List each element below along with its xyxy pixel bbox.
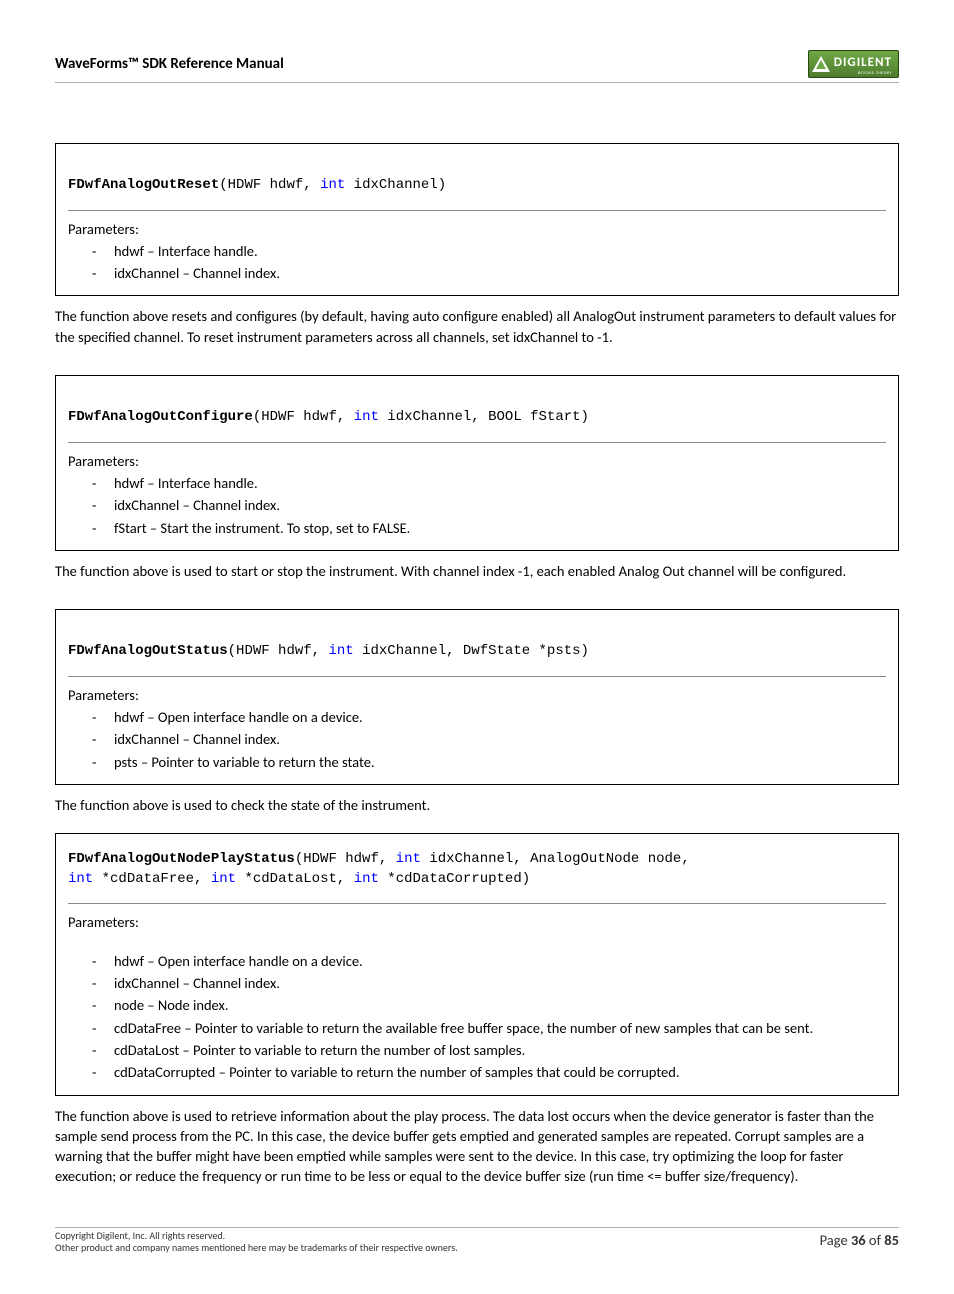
param-item: idxChannel – Channel index.	[92, 263, 886, 283]
parameters-list: hdwf – Interface handle. idxChannel – Ch…	[68, 241, 886, 284]
param-item: hdwf – Open interface handle on a device…	[92, 707, 886, 727]
page-footer: Copyright Digilent, Inc. All rights rese…	[55, 1227, 899, 1254]
divider	[68, 442, 886, 443]
parameters-list: hdwf – Open interface handle on a device…	[68, 951, 886, 1083]
document-page: WaveForms™ SDK Reference Manual DIGILENT…	[0, 0, 954, 1294]
function-name: FDwfAnalogOutConfigure	[68, 409, 253, 425]
param-item: node – Node index.	[92, 995, 886, 1015]
parameters-label: Parameters:	[68, 912, 886, 932]
function-description: The function above is used to check the …	[55, 795, 899, 815]
parameters-list: hdwf – Interface handle. idxChannel – Ch…	[68, 473, 886, 538]
parameters-list: hdwf – Open interface handle on a device…	[68, 707, 886, 772]
divider	[68, 903, 886, 904]
function-signature: FDwfAnalogOutConfigure(HDWF hdwf, int id…	[68, 408, 886, 428]
parameters-label: Parameters:	[68, 451, 886, 471]
param-item: cdDataCorrupted – Pointer to variable to…	[92, 1062, 886, 1082]
param-item: fStart – Start the instrument. To stop, …	[92, 518, 886, 538]
param-item: hdwf – Interface handle.	[92, 241, 886, 261]
param-item: cdDataLost – Pointer to variable to retu…	[92, 1040, 886, 1060]
function-name: FDwfAnalogOutReset	[68, 177, 219, 193]
param-item: idxChannel – Channel index.	[92, 495, 886, 515]
parameters-label: Parameters:	[68, 219, 886, 239]
page-number: Page 36 of 85	[820, 1230, 899, 1250]
logo-triangle-icon	[812, 56, 830, 72]
footer-legal: Copyright Digilent, Inc. All rights rese…	[55, 1230, 458, 1254]
function-description: The function above is used to retrieve i…	[55, 1106, 899, 1187]
param-item: hdwf – Interface handle.	[92, 473, 886, 493]
function-box: FDwfAnalogOutConfigure(HDWF hdwf, int id…	[55, 375, 899, 551]
divider	[68, 676, 886, 677]
param-item: idxChannel – Channel index.	[92, 973, 886, 993]
function-description: The function above resets and configures…	[55, 306, 899, 347]
function-description: The function above is used to start or s…	[55, 561, 899, 581]
digilent-logo: DIGILENT BEYOND THEORY	[808, 50, 899, 78]
function-signature: FDwfAnalogOutReset(HDWF hdwf, int idxCha…	[68, 176, 886, 196]
parameters-label: Parameters:	[68, 685, 886, 705]
function-name: FDwfAnalogOutStatus	[68, 643, 228, 659]
function-signature: FDwfAnalogOutNodePlayStatus(HDWF hdwf, i…	[68, 850, 886, 889]
function-signature: FDwfAnalogOutStatus(HDWF hdwf, int idxCh…	[68, 642, 886, 662]
param-item: idxChannel – Channel index.	[92, 729, 886, 749]
divider	[68, 210, 886, 211]
doc-title: WaveForms™ SDK Reference Manual	[55, 54, 284, 75]
param-item: psts – Pointer to variable to return the…	[92, 752, 886, 772]
function-box: FDwfAnalogOutReset(HDWF hdwf, int idxCha…	[55, 143, 899, 296]
function-box: FDwfAnalogOutStatus(HDWF hdwf, int idxCh…	[55, 609, 899, 785]
trademark-text: Other product and company names mentione…	[55, 1242, 458, 1254]
logo-text: DIGILENT	[834, 55, 892, 70]
function-name: FDwfAnalogOutNodePlayStatus	[68, 851, 295, 867]
param-item: hdwf – Open interface handle on a device…	[92, 951, 886, 971]
copyright-text: Copyright Digilent, Inc. All rights rese…	[55, 1230, 458, 1242]
function-box: FDwfAnalogOutNodePlayStatus(HDWF hdwf, i…	[55, 833, 899, 1095]
spacer	[68, 935, 886, 951]
page-header: WaveForms™ SDK Reference Manual DIGILENT…	[55, 50, 899, 83]
logo-subtext: BEYOND THEORY	[834, 71, 892, 77]
logo-text-wrap: DIGILENT BEYOND THEORY	[834, 51, 892, 77]
param-item: cdDataFree – Pointer to variable to retu…	[92, 1018, 886, 1038]
